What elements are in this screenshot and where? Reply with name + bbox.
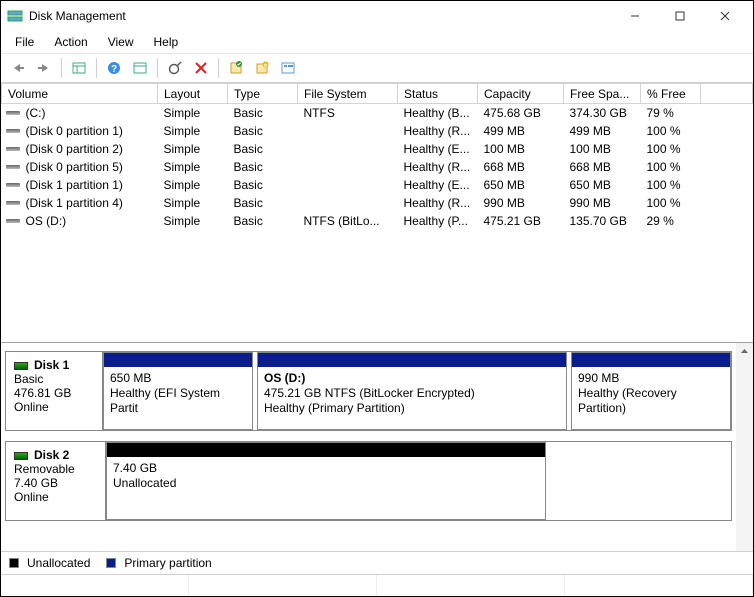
column-header[interactable]: Status bbox=[398, 84, 478, 104]
scroll-up-icon[interactable] bbox=[736, 343, 753, 360]
partition[interactable]: 650 MBHealthy (EFI System Partit bbox=[103, 352, 253, 430]
disk-row: Disk 1Basic476.81 GBOnline650 MBHealthy … bbox=[5, 351, 732, 431]
volume-row[interactable]: (Disk 1 partition 4)SimpleBasicHealthy (… bbox=[2, 194, 753, 212]
partition[interactable]: OS (D:)475.21 GB NTFS (BitLocker Encrypt… bbox=[257, 352, 567, 430]
disk-led-icon bbox=[14, 452, 28, 460]
settings-pane-button[interactable] bbox=[128, 57, 152, 79]
disk-row: Disk 2Removable7.40 GBOnline7.40 GBUnall… bbox=[5, 441, 732, 521]
column-header[interactable]: File System bbox=[298, 84, 398, 104]
legend-unallocated-swatch bbox=[9, 558, 19, 568]
column-header[interactable]: Layout bbox=[158, 84, 228, 104]
delete-button[interactable] bbox=[189, 57, 213, 79]
drive-icon bbox=[6, 127, 20, 137]
column-header[interactable]: Free Spa... bbox=[564, 84, 641, 104]
drive-icon bbox=[6, 145, 20, 155]
help-button[interactable]: ? bbox=[102, 57, 126, 79]
legend-unallocated-label: Unallocated bbox=[27, 556, 90, 570]
partition-color-bar bbox=[572, 353, 730, 367]
partition[interactable]: 7.40 GBUnallocated bbox=[106, 442, 546, 520]
toolbar: ? ★ bbox=[1, 53, 753, 83]
legend-primary-swatch bbox=[106, 558, 116, 568]
disk-info[interactable]: Disk 1Basic476.81 GBOnline bbox=[6, 352, 103, 430]
volume-row[interactable]: (C:)SimpleBasicNTFSHealthy (B...475.68 G… bbox=[2, 104, 753, 123]
volume-row[interactable]: (Disk 1 partition 1)SimpleBasicHealthy (… bbox=[2, 176, 753, 194]
minimize-button[interactable] bbox=[612, 2, 657, 31]
partition-color-bar bbox=[258, 353, 566, 367]
forward-button[interactable] bbox=[32, 57, 56, 79]
volume-row[interactable]: (Disk 0 partition 2)SimpleBasicHealthy (… bbox=[2, 140, 753, 158]
new-volume-button[interactable]: ★ bbox=[250, 57, 274, 79]
show-hide-pane-button[interactable] bbox=[67, 57, 91, 79]
column-header-row[interactable]: VolumeLayoutTypeFile SystemStatusCapacit… bbox=[2, 84, 753, 104]
window-title: Disk Management bbox=[29, 9, 612, 23]
drive-icon bbox=[6, 163, 20, 173]
volume-row[interactable]: (Disk 0 partition 1)SimpleBasicHealthy (… bbox=[2, 122, 753, 140]
legend-primary-label: Primary partition bbox=[124, 556, 211, 570]
properties-button[interactable] bbox=[224, 57, 248, 79]
status-bar bbox=[1, 574, 753, 596]
column-header[interactable]: Capacity bbox=[478, 84, 564, 104]
drive-icon bbox=[6, 217, 20, 227]
graphical-view: Disk 1Basic476.81 GBOnline650 MBHealthy … bbox=[1, 343, 753, 551]
title-bar: Disk Management bbox=[1, 1, 753, 31]
volume-row[interactable]: OS (D:)SimpleBasicNTFS (BitLo...Healthy … bbox=[2, 212, 753, 230]
column-header[interactable]: Volume bbox=[2, 84, 158, 104]
svg-text:★: ★ bbox=[263, 62, 268, 69]
disk-info[interactable]: Disk 2Removable7.40 GBOnline bbox=[6, 442, 106, 520]
partition-color-bar bbox=[104, 353, 252, 367]
menu-action[interactable]: Action bbox=[44, 33, 97, 51]
maximize-button[interactable] bbox=[657, 2, 702, 31]
app-icon bbox=[7, 8, 23, 24]
partition-color-bar bbox=[107, 443, 545, 457]
disk-led-icon bbox=[14, 362, 28, 370]
drive-icon bbox=[6, 181, 20, 191]
format-button[interactable] bbox=[276, 57, 300, 79]
column-header[interactable]: Type bbox=[228, 84, 298, 104]
svg-text:?: ? bbox=[111, 64, 117, 75]
legend: Unallocated Primary partition bbox=[1, 551, 753, 574]
drive-icon bbox=[6, 199, 20, 209]
drive-icon bbox=[6, 109, 20, 119]
menu-bar: File Action View Help bbox=[1, 31, 753, 53]
volume-row[interactable]: (Disk 0 partition 5)SimpleBasicHealthy (… bbox=[2, 158, 753, 176]
volume-list[interactable]: VolumeLayoutTypeFile SystemStatusCapacit… bbox=[1, 83, 753, 343]
column-header[interactable]: % Free bbox=[641, 84, 701, 104]
menu-help[interactable]: Help bbox=[144, 33, 189, 51]
refresh-button[interactable] bbox=[163, 57, 187, 79]
menu-view[interactable]: View bbox=[98, 33, 144, 51]
back-button[interactable] bbox=[6, 57, 30, 79]
close-button[interactable] bbox=[702, 2, 747, 31]
scrollbar[interactable] bbox=[736, 343, 753, 551]
menu-file[interactable]: File bbox=[5, 33, 44, 51]
partition[interactable]: 990 MBHealthy (Recovery Partition) bbox=[571, 352, 731, 430]
